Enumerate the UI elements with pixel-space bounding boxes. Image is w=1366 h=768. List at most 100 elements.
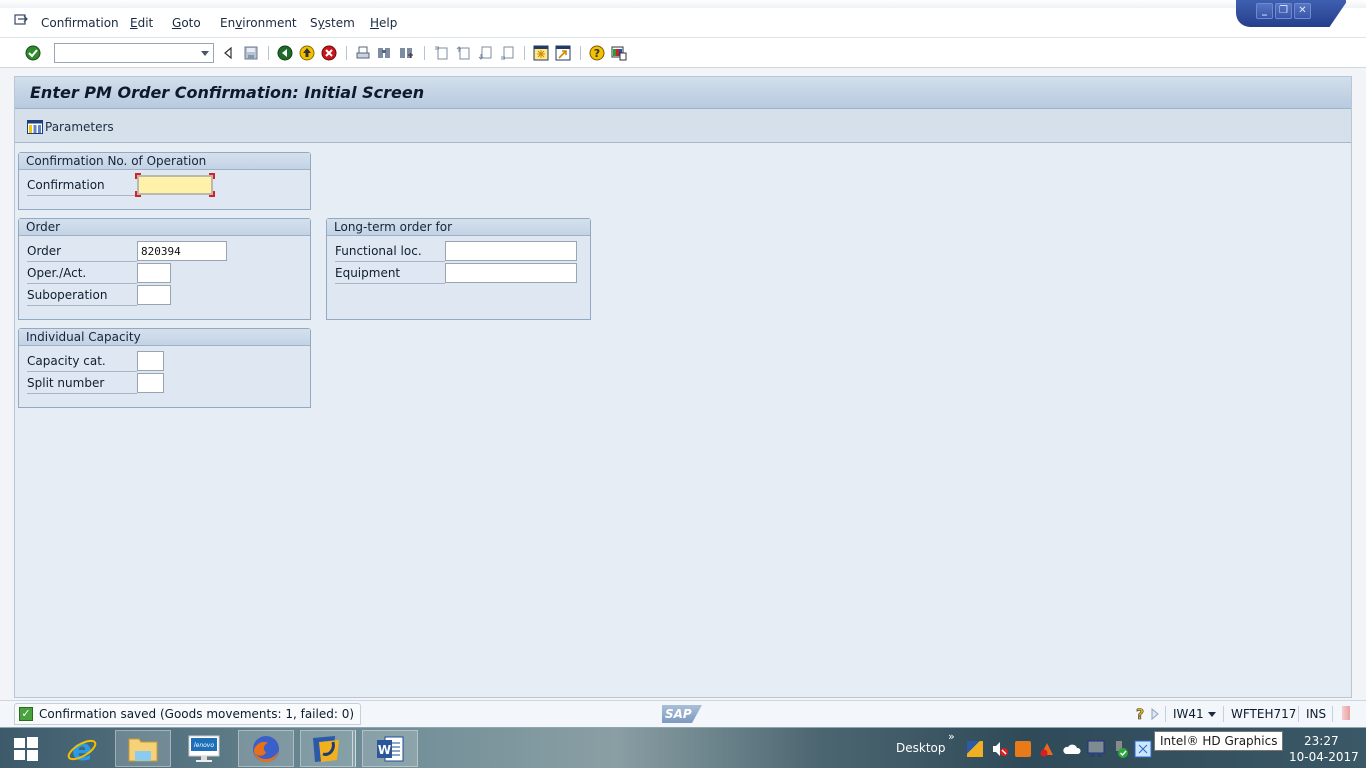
previous-page-icon[interactable] [455,45,471,61]
field-row-equipment: Equipment [335,263,585,284]
file-explorer-icon [128,738,158,761]
functional-loc-label: Functional loc. [335,244,445,262]
svg-text:e: e [72,733,92,765]
parameters-button[interactable]: Parameters [27,118,114,136]
menu-edit[interactable]: Edit [130,16,153,30]
system-name: WFTEH717 [1231,707,1297,721]
page-title: Enter PM Order Confirmation: Initial Scr… [30,83,425,102]
taskbar-internet-explorer[interactable]: e [54,730,110,767]
network-monitor-icon[interactable] [1087,740,1105,758]
firefox-icon [253,735,279,762]
minimize-button[interactable]: _ [1256,3,1273,19]
save-icon[interactable] [243,45,259,61]
back-triangle-icon[interactable] [220,45,236,61]
field-row-oper-act: Oper./Act. [27,263,307,284]
command-input[interactable] [55,44,195,62]
chevron-down-icon[interactable] [1208,712,1216,717]
tray-app-icon[interactable] [1134,740,1152,758]
group-header: Order [19,219,310,236]
system-menu-icon[interactable] [14,14,28,26]
start-button[interactable] [0,730,52,767]
split-number-label: Split number [27,376,137,394]
tray-security-icon[interactable] [1039,741,1055,757]
microsoft-word-icon: W [377,736,404,761]
close-button[interactable]: ✕ [1294,3,1311,19]
restore-button[interactable]: ❐ [1275,3,1292,19]
expand-status-triangle-icon[interactable] [1150,708,1160,720]
question-icon[interactable]: ? [1134,706,1146,722]
first-page-icon[interactable] [433,45,449,61]
split-number-input[interactable] [137,373,164,393]
chevron-down-icon[interactable] [201,51,209,56]
create-session-icon[interactable] [533,45,549,61]
equipment-label: Equipment [335,266,445,284]
toolbar-separator [580,46,581,60]
clock-time[interactable]: 23:27 [1304,734,1339,748]
tray-java-icon[interactable] [1015,741,1031,757]
suboperation-input[interactable] [137,285,171,305]
group-order: Order Order Oper./Act. Suboperation [18,218,311,320]
capacity-cat-label: Capacity cat. [27,354,137,372]
taskbar-firefox[interactable] [238,730,294,767]
clock-date[interactable]: 10-04-2017 [1289,750,1359,764]
toolbar-overflow-icon[interactable]: » [948,730,955,743]
lenovo-monitor-icon: lenovo [188,735,220,762]
desktop-toolbar-label[interactable]: Desktop [896,741,946,755]
oper-act-label: Oper./Act. [27,266,137,284]
oper-act-input[interactable] [137,263,171,283]
print-icon[interactable] [355,45,371,61]
safely-remove-hardware-icon[interactable] [1111,740,1129,758]
menu-environment[interactable]: Environment [220,16,297,30]
taskbar-sap-logon[interactable] [300,730,356,767]
find-icon[interactable] [376,45,392,61]
windows-logo-icon [14,736,38,761]
taskbar-word[interactable]: W [362,730,418,767]
sap-logon-icon [312,735,339,762]
tray-sap-icon[interactable] [967,741,983,757]
taskbar-file-explorer[interactable] [115,730,171,767]
taskbar-lenovo[interactable]: lenovo [176,730,232,767]
menu-goto[interactable]: Goto [172,16,201,30]
window-title-strip [0,0,1366,8]
onedrive-cloud-icon[interactable] [1063,743,1081,755]
capacity-cat-input[interactable] [137,351,164,371]
confirmation-label: Confirmation [27,178,137,196]
volume-muted-icon[interactable] [991,741,1009,757]
equipment-input[interactable] [445,263,577,283]
create-shortcut-icon[interactable] [555,45,571,61]
status-message[interactable]: ✓ Confirmation saved (Goods movements: 1… [14,703,362,725]
screen-title-bar: Enter PM Order Confirmation: Initial Scr… [15,77,1351,109]
back-icon[interactable] [277,45,293,61]
focus-corner [135,191,141,197]
confirmation-input[interactable] [137,175,213,195]
toolbar-separator [424,46,425,60]
find-next-icon[interactable] [398,45,414,61]
command-field[interactable] [54,43,214,63]
order-input[interactable] [137,241,227,261]
help-icon[interactable]: ? [589,45,605,61]
menu-system[interactable]: System [310,16,355,30]
tooltip: Intel® HD Graphics [1154,731,1284,751]
menu-confirmation[interactable]: Confirmation [41,16,119,30]
order-label: Order [27,244,137,262]
layout-menu-icon[interactable] [611,45,627,61]
functional-loc-input[interactable] [445,241,577,261]
enter-check-icon[interactable] [25,45,41,61]
next-page-icon[interactable] [477,45,493,61]
parameters-label: Parameters [45,120,114,134]
focus-corner [135,173,141,179]
group-individual-capacity: Individual Capacity Capacity cat. Split … [18,328,311,408]
status-separator [1223,706,1224,722]
svg-text:lenovo: lenovo [194,742,214,749]
success-check-icon: ✓ [19,707,33,721]
status-separator [1298,706,1299,722]
cancel-icon[interactable] [321,45,337,61]
transaction-code[interactable]: IW41 [1173,707,1204,721]
window-controls: _ ❐ ✕ [1236,0,1346,27]
parameters-grid-icon [27,120,43,134]
last-page-icon[interactable] [499,45,515,61]
menu-help[interactable]: Help [370,16,397,30]
insert-mode[interactable]: INS [1306,707,1326,721]
exit-icon[interactable] [299,45,315,61]
internet-explorer-icon: e [67,733,97,765]
